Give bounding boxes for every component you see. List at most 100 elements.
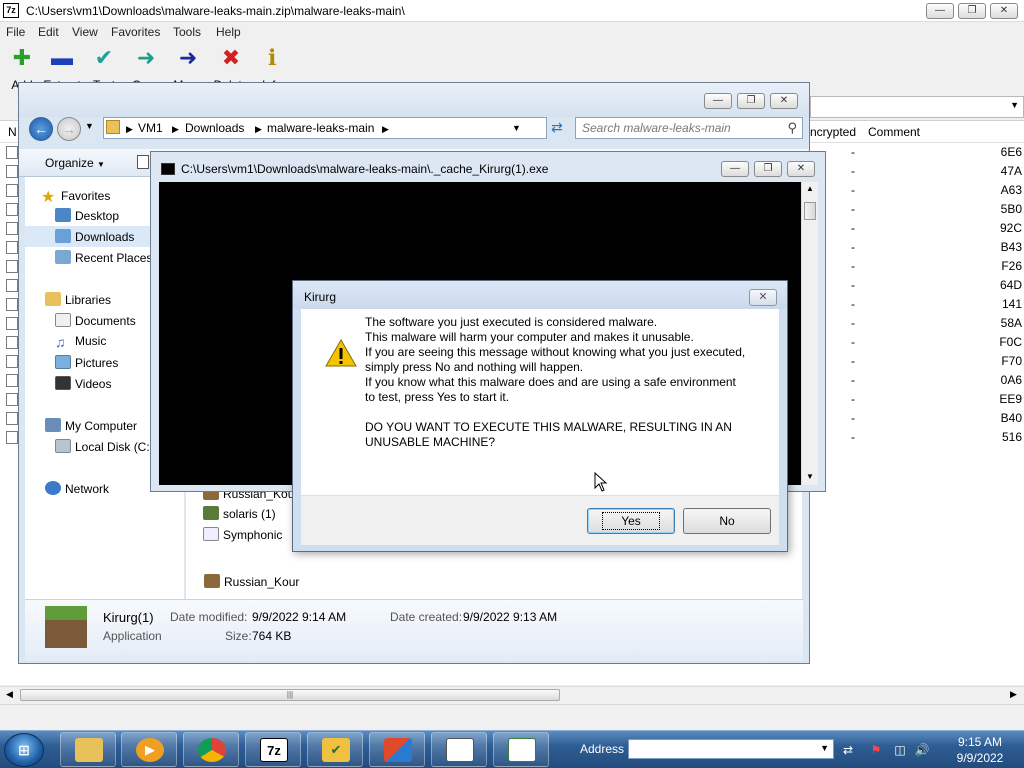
- menu-favorites[interactable]: Favorites: [111, 25, 160, 39]
- dialog-title: Kirurg: [304, 290, 337, 304]
- view-icon[interactable]: [137, 155, 149, 169]
- menu-file[interactable]: File: [6, 25, 25, 39]
- drive-icon: [55, 439, 71, 453]
- menu-help[interactable]: Help: [216, 25, 241, 39]
- 7zip-path-combobox[interactable]: ▼: [810, 96, 1024, 118]
- nav-documents[interactable]: Documents: [55, 313, 136, 328]
- clock[interactable]: 9:15 AM 9/9/2022: [940, 734, 1020, 766]
- chevron-down-icon[interactable]: ▼: [820, 743, 829, 753]
- console-icon: [161, 163, 175, 175]
- breadcrumb[interactable]: ▶ VM1 ▶ Downloads ▶ malware-leaks-main ▶…: [103, 117, 547, 139]
- nav-documents-label: Documents: [75, 314, 136, 328]
- go-arrows-icon[interactable]: ⇄: [840, 742, 856, 758]
- volume-icon[interactable]: 🔊: [914, 742, 930, 758]
- nav-my-computer[interactable]: My Computer: [45, 418, 137, 433]
- 7zip-app-icon: 7z: [3, 3, 19, 18]
- dialog-question-line: UNUSABLE MACHINE?: [365, 435, 496, 449]
- console-close-button[interactable]: ✕: [787, 161, 815, 177]
- nav-my-computer-label: My Computer: [65, 419, 138, 433]
- explorer-close-button[interactable]: ✕: [770, 93, 798, 109]
- explorer-minimize-button[interactable]: —: [704, 93, 732, 109]
- chevron-down-icon[interactable]: ▼: [512, 123, 521, 133]
- scroll-down-icon[interactable]: ▼: [806, 472, 814, 481]
- console-scrollbar[interactable]: ▲ ▼: [801, 182, 818, 485]
- crc-cell: 47A: [1000, 164, 1022, 178]
- menu-edit[interactable]: Edit: [38, 25, 59, 39]
- action-center-icon[interactable]: ⚑: [868, 742, 884, 758]
- nav-downloads[interactable]: Downloads: [55, 229, 134, 244]
- forward-arrow-icon[interactable]: →: [57, 117, 81, 141]
- back-arrow-icon[interactable]: ←: [29, 117, 53, 141]
- taskbar-app[interactable]: [369, 732, 425, 767]
- file-icon: [6, 317, 18, 330]
- nav-pictures[interactable]: Pictures: [55, 355, 118, 370]
- file-item[interactable]: solaris (1): [203, 506, 276, 521]
- taskbar-media-player[interactable]: ▶: [121, 732, 177, 767]
- nav-desktop[interactable]: Desktop: [55, 208, 119, 223]
- file-icon: [6, 412, 18, 425]
- address-input[interactable]: ▼: [628, 739, 834, 759]
- nav-libraries[interactable]: Libraries: [45, 292, 111, 307]
- nav-favorites[interactable]: ★ Favorites: [41, 187, 111, 206]
- no-button[interactable]: No: [683, 508, 771, 534]
- nav-recent-places[interactable]: Recent Places: [55, 250, 152, 265]
- restore-button[interactable]: ❐: [958, 3, 986, 19]
- check-icon: ✔: [94, 45, 114, 70]
- console-minimize-button[interactable]: —: [721, 161, 749, 177]
- chevron-right-icon[interactable]: ▶: [255, 124, 262, 135]
- recent-pages-chevron-icon[interactable]: ▼: [85, 121, 94, 131]
- menu-tools[interactable]: Tools: [173, 25, 201, 39]
- file-item[interactable]: Russian_Kour: [204, 574, 299, 589]
- nav-recent-label: Recent Places: [75, 251, 153, 265]
- file-item[interactable]: Symphonic: [203, 527, 282, 542]
- console-restore-button[interactable]: ❐: [754, 161, 782, 177]
- minimize-button[interactable]: —: [926, 3, 954, 19]
- file-icon: [6, 393, 18, 406]
- nav-network[interactable]: Network: [45, 481, 109, 496]
- 7zip-icon: 7z: [260, 738, 288, 762]
- taskbar-explorer[interactable]: [60, 732, 116, 767]
- search-input[interactable]: Search malware-leaks-main ⚲: [575, 117, 803, 139]
- refresh-icon[interactable]: ⇄: [551, 119, 563, 136]
- crc-cell: F26: [1001, 259, 1022, 273]
- breadcrumb-vm1[interactable]: VM1: [138, 121, 163, 135]
- scrollbar-thumb[interactable]: [804, 202, 816, 220]
- nav-videos[interactable]: Videos: [55, 376, 111, 391]
- chevron-right-icon[interactable]: ▶: [126, 124, 133, 135]
- yes-button[interactable]: Yes: [587, 508, 675, 534]
- taskbar-chrome[interactable]: [183, 732, 239, 767]
- search-icon[interactable]: ⚲: [787, 120, 797, 136]
- chevron-right-icon[interactable]: ▶: [172, 124, 179, 135]
- breadcrumb-malware-leaks-main[interactable]: malware-leaks-main: [267, 121, 374, 135]
- chevron-down-icon[interactable]: ▼: [1010, 100, 1019, 110]
- breadcrumb-downloads[interactable]: Downloads: [185, 121, 244, 135]
- explorer-restore-button[interactable]: ❐: [737, 93, 765, 109]
- file-name: Russian_Kour: [224, 575, 300, 589]
- scroll-left-icon[interactable]: ◀: [6, 689, 13, 700]
- scrollbar-thumb[interactable]: |||: [20, 689, 560, 701]
- horizontal-scrollbar[interactable]: ◀ ||| ▶: [0, 686, 1024, 703]
- nav-favorites-label: Favorites: [61, 189, 111, 203]
- column-encrypted[interactable]: ncrypted: [810, 125, 856, 139]
- chevron-right-icon[interactable]: ▶: [382, 124, 389, 135]
- app-icon: [384, 738, 412, 762]
- scroll-right-icon[interactable]: ▶: [1010, 689, 1017, 700]
- taskbar-console[interactable]: [493, 732, 549, 767]
- file-icon: [6, 431, 18, 444]
- taskbar-app[interactable]: [431, 732, 487, 767]
- taskbar-7zip[interactable]: 7z: [245, 732, 301, 767]
- column-comment[interactable]: Comment: [868, 125, 920, 139]
- start-button[interactable]: ⊞: [4, 733, 44, 767]
- taskbar-app[interactable]: ✔: [307, 732, 363, 767]
- network-tray-icon[interactable]: ◫: [892, 742, 908, 758]
- close-button[interactable]: ✕: [990, 3, 1018, 19]
- nav-local-disk[interactable]: Local Disk (C:): [55, 439, 154, 454]
- dialog-close-button[interactable]: ✕: [749, 289, 777, 306]
- scroll-up-icon[interactable]: ▲: [806, 184, 814, 193]
- organize-button[interactable]: Organize ▼: [45, 156, 105, 170]
- nav-music[interactable]: ♫ Music: [55, 334, 106, 350]
- menu-view[interactable]: View: [72, 25, 98, 39]
- nav-libraries-label: Libraries: [65, 293, 112, 307]
- plus-icon: ✚: [12, 45, 32, 70]
- column-name[interactable]: N: [8, 125, 17, 139]
